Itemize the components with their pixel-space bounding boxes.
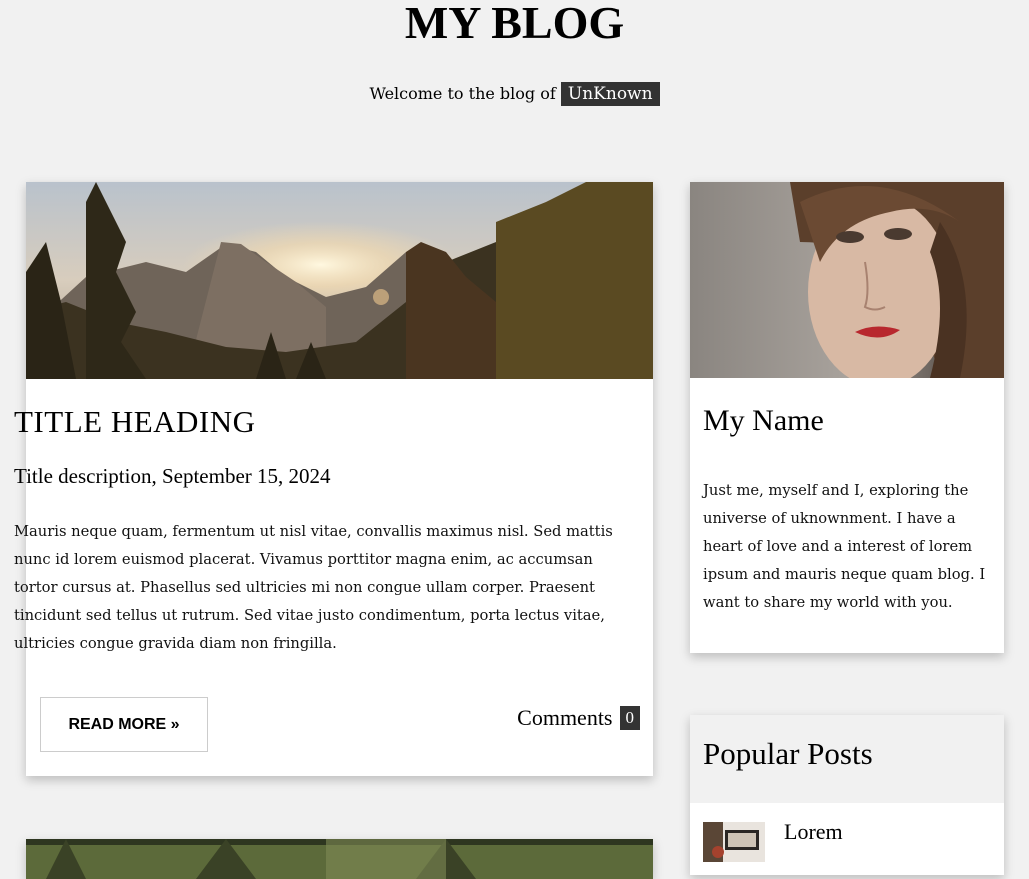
popular-posts-card: Popular Posts Lorem xyxy=(690,715,1004,875)
post-subtitle: Title description, September 15, 2024 xyxy=(14,464,331,488)
post-title: TITLE HEADING xyxy=(14,404,256,439)
workspace-thumbnail-icon xyxy=(703,822,765,862)
author-tag: UnKnown xyxy=(560,82,660,106)
profile-photo xyxy=(690,182,1004,378)
second-post-card xyxy=(26,839,653,879)
site-title: MY BLOG xyxy=(404,0,625,48)
comments-link[interactable]: Comments 0 xyxy=(517,705,640,731)
post-image xyxy=(26,182,653,379)
profile-bio: Just me, myself and I, exploring the uni… xyxy=(703,482,986,611)
comments-count-badge: 0 xyxy=(619,706,640,730)
post-body: Mauris neque quam, fermentum ut nisl vit… xyxy=(14,523,613,652)
popular-posts-title: Popular Posts xyxy=(703,736,873,771)
portrait-icon xyxy=(690,182,1004,378)
welcome-line: Welcome to the blog of UnKnown xyxy=(0,81,1029,107)
profile-card: My Name Just me, myself and I, exploring… xyxy=(690,182,1004,653)
welcome-text: Welcome to the blog of xyxy=(369,84,556,103)
mountain-sunset-icon xyxy=(26,182,653,379)
comments-label: Comments xyxy=(517,705,613,730)
popular-post-label: Lorem xyxy=(784,819,843,844)
forest-photo-icon xyxy=(26,839,653,879)
read-more-button[interactable]: READ MORE » xyxy=(40,697,208,752)
popular-posts-header: Popular Posts xyxy=(690,715,1004,803)
profile-name: My Name xyxy=(703,404,824,437)
